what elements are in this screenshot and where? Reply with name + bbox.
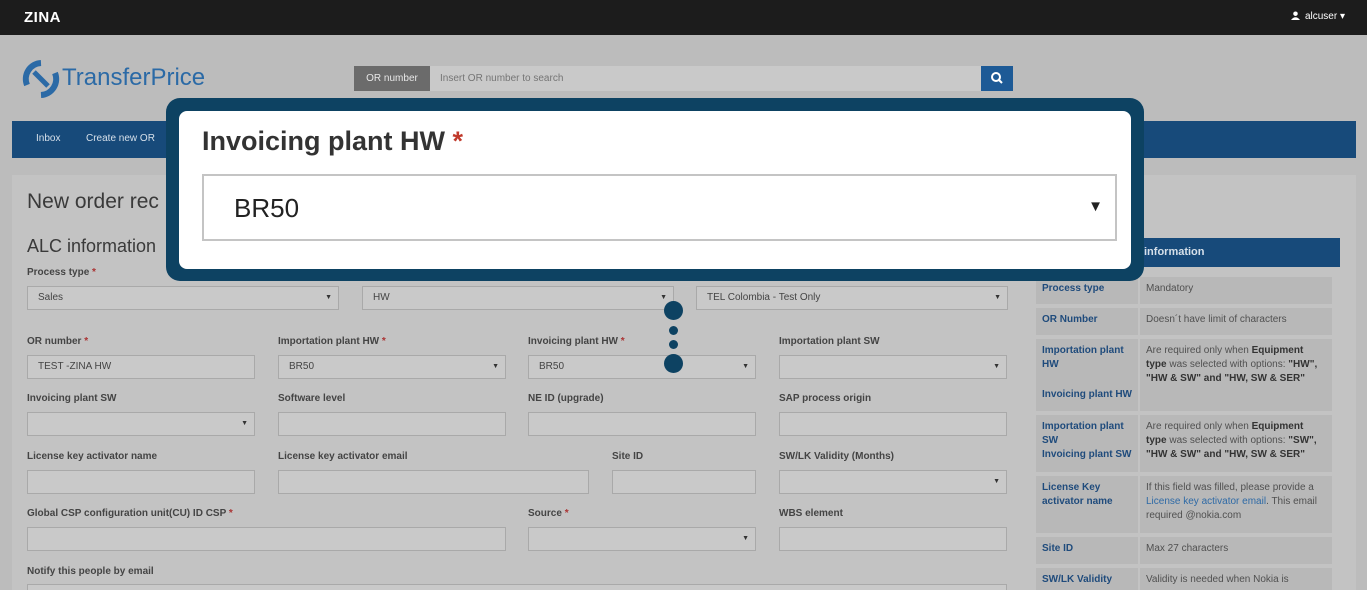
logo-text-price: Price — [150, 64, 206, 91]
lk-activator-name-field[interactable] — [27, 470, 255, 494]
lk-activator-email-field[interactable] — [278, 470, 589, 494]
refresh-logo-icon — [22, 60, 60, 98]
software-level-label: Software level — [278, 393, 346, 404]
site-id-label: Site ID — [612, 451, 644, 462]
importation-plant-sw-select[interactable]: ▼ — [779, 355, 1007, 379]
invoicing-plant-sw-select[interactable]: ▼ — [27, 412, 255, 436]
chevron-down-icon: ▼ — [994, 294, 1001, 301]
info-key: Site ID — [1036, 537, 1138, 564]
callout-invoicing-plant-select[interactable]: BR50 ▼ — [202, 174, 1117, 241]
ne-id-label: NE ID (upgrade) — [528, 393, 604, 404]
connector-dot — [669, 326, 678, 335]
software-level-field[interactable] — [278, 412, 506, 436]
info-value: Max 27 characters — [1140, 537, 1332, 564]
sw-lk-validity-select[interactable]: ▼ — [779, 470, 1007, 494]
process-type-select[interactable]: Sales ▼ — [27, 286, 339, 310]
lk-email-link[interactable]: License key activator email — [1146, 496, 1266, 507]
info-key: SW/LK Validity — [1036, 568, 1138, 590]
info-value: Mandatory — [1140, 277, 1332, 304]
wbs-label: WBS element — [779, 508, 843, 519]
connector-dot — [664, 354, 683, 373]
or-number-label: OR number * — [27, 336, 89, 347]
chevron-down-icon: ▼ — [993, 478, 1000, 485]
site-id-field[interactable] — [612, 470, 756, 494]
user-icon — [1291, 11, 1301, 20]
nav-inbox[interactable]: Inbox — [36, 133, 60, 144]
global-csp-field[interactable] — [27, 527, 506, 551]
info-value: Are required only when Equipment type wa… — [1140, 339, 1332, 411]
info-key: Importation plant SW Invoicing plant SW — [1036, 415, 1138, 472]
importation-plant-hw-select[interactable]: BR50 ▼ — [278, 355, 506, 379]
page-title: New order rec — [27, 190, 159, 213]
info-key: License Key activator name — [1036, 476, 1138, 533]
importation-plant-hw-label: Importation plant HW * — [278, 336, 386, 347]
chevron-down-icon: ▼ — [1088, 198, 1103, 215]
chevron-down-icon: ▼ — [993, 363, 1000, 370]
user-menu[interactable]: alcuser ▾ — [1291, 11, 1345, 22]
search-label: OR number — [354, 66, 430, 91]
info-value: Doesn´t have limit of characters — [1140, 308, 1332, 335]
source-label: Source * — [528, 508, 569, 519]
info-value: If this field was filled, please provide… — [1140, 476, 1332, 533]
search-button[interactable] — [981, 66, 1013, 91]
lk-activator-name-label: License key activator name — [27, 451, 158, 462]
sap-origin-label: SAP process origin — [779, 393, 872, 404]
info-key: OR Number — [1036, 308, 1138, 335]
lk-activator-email-label: License key activator email — [278, 451, 408, 462]
invoicing-plant-sw-label: Invoicing plant SW — [27, 393, 117, 404]
wbs-field[interactable] — [779, 527, 1007, 551]
user-name: alcuser ▾ — [1304, 11, 1345, 22]
info-key: Process type — [1036, 277, 1138, 304]
sap-origin-field[interactable] — [779, 412, 1007, 436]
invoicing-plant-hw-select[interactable]: BR50 ▼ — [528, 355, 756, 379]
callout-select-value: BR50 — [234, 193, 300, 223]
nav-create-new-or[interactable]: Create new OR — [86, 133, 155, 144]
global-csp-label: Global CSP configuration unit(CU) ID CSP… — [27, 508, 233, 519]
callout-label: Invoicing plant HW * — [202, 126, 464, 156]
invoicing-plant-hw-label: Invoicing plant HW * — [528, 336, 625, 347]
source-select[interactable]: ▼ — [528, 527, 756, 551]
app-brand[interactable]: ZINA — [24, 9, 61, 26]
chevron-down-icon: ▼ — [742, 363, 749, 370]
info-value: Are required only when Equipment type wa… — [1140, 415, 1332, 472]
info-key: Importation plant HW Invoicing plant HW — [1036, 339, 1138, 411]
importation-plant-sw-label: Importation plant SW — [779, 336, 880, 347]
notify-label: Notify this people by email — [27, 566, 154, 577]
notify-field[interactable] — [27, 584, 1007, 590]
logo-text-transfer: Transfer — [62, 64, 151, 91]
info-value: Validity is needed when Nokia is — [1140, 568, 1332, 590]
process-type-label: Process type * — [27, 267, 96, 278]
chevron-down-icon: ▼ — [325, 294, 332, 301]
sw-lk-validity-label: SW/LK Validity (Months) — [779, 451, 894, 462]
top-bar: ZINA alcuser ▾ — [0, 0, 1367, 35]
or-number-field[interactable]: TEST -ZINA HW — [27, 355, 255, 379]
connector-dot — [664, 301, 683, 320]
connector-dot — [669, 340, 678, 349]
search-input[interactable] — [430, 66, 981, 91]
chevron-down-icon: ▼ — [241, 420, 248, 427]
equipment-type-select[interactable]: HW ▼ — [362, 286, 674, 310]
chevron-down-icon: ▼ — [492, 363, 499, 370]
chevron-down-icon: ▼ — [742, 535, 749, 542]
ne-id-field[interactable] — [528, 412, 756, 436]
search-icon — [991, 72, 1003, 84]
section-title: ALC information — [27, 236, 157, 256]
customer-select[interactable]: TEL Colombia - Test Only ▼ — [696, 286, 1008, 310]
